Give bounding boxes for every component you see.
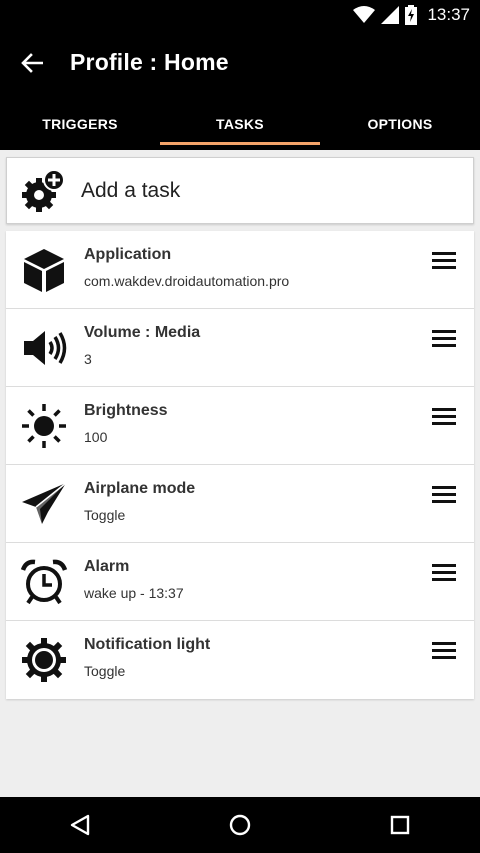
task-row-application[interactable]: Application com.wakdev.droidautomation.p…	[6, 231, 474, 309]
add-task-label: Add a task	[81, 178, 181, 202]
drag-handle-icon[interactable]	[432, 251, 456, 271]
task-subtitle: wake up - 13:37	[84, 585, 184, 601]
square-recents-icon	[390, 815, 410, 835]
task-subtitle: 100	[84, 429, 108, 445]
app-bar: Profile : Home	[0, 30, 480, 97]
gear-plus-icon	[22, 168, 65, 212]
drag-handle-icon[interactable]	[432, 563, 456, 583]
tab-bar: TRIGGERS TASKS OPTIONS	[0, 97, 480, 150]
task-row-notification-light[interactable]: Notification light Toggle	[6, 621, 474, 699]
drag-handle-icon[interactable]	[432, 641, 456, 661]
alarm-clock-icon	[20, 559, 68, 605]
battery-charging-icon	[405, 5, 418, 25]
task-row-brightness[interactable]: Brightness 100	[6, 387, 474, 465]
task-title: Alarm	[84, 558, 130, 575]
drag-handle-icon[interactable]	[432, 407, 456, 427]
signal-icon	[381, 6, 400, 24]
navigation-bar	[0, 797, 480, 853]
drag-handle-icon[interactable]	[432, 329, 456, 349]
sun-icon	[22, 404, 66, 448]
back-button[interactable]	[14, 47, 50, 79]
task-subtitle: Toggle	[84, 663, 126, 679]
task-title: Brightness	[84, 402, 168, 419]
add-task-button[interactable]: Add a task	[6, 157, 474, 224]
task-subtitle: 3	[84, 351, 92, 367]
task-subtitle: com.wakdev.droidautomation.pro	[84, 273, 290, 289]
circle-home-icon	[229, 814, 251, 836]
tab-triggers[interactable]: TRIGGERS	[0, 97, 160, 150]
nav-home-button[interactable]	[210, 797, 270, 853]
task-row-volume-media[interactable]: Volume : Media 3	[6, 309, 474, 387]
tab-options[interactable]: OPTIONS	[320, 97, 480, 150]
task-list: Application com.wakdev.droidautomation.p…	[6, 231, 474, 699]
wifi-icon	[353, 6, 376, 23]
cube-icon	[24, 249, 64, 292]
status-time: 13:37	[427, 5, 470, 24]
nav-back-button[interactable]	[50, 797, 110, 853]
triangle-back-icon	[70, 814, 90, 836]
task-subtitle: Toggle	[84, 507, 126, 523]
speaker-icon	[24, 331, 67, 365]
notification-light-icon	[22, 638, 66, 682]
task-title: Volume : Media	[84, 324, 201, 341]
arrow-left-icon	[21, 53, 43, 73]
page-title: Profile : Home	[70, 49, 229, 75]
task-title: Notification light	[84, 636, 211, 653]
drag-handle-icon[interactable]	[432, 485, 456, 505]
status-icons: 13:37	[353, 0, 470, 30]
task-row-alarm[interactable]: Alarm wake up - 13:37	[6, 543, 474, 621]
task-title: Application	[84, 246, 172, 263]
status-bar: 13:37	[0, 0, 480, 30]
paper-plane-icon	[22, 482, 67, 524]
nav-recents-button[interactable]	[370, 797, 430, 853]
task-row-airplane-mode[interactable]: Airplane mode Toggle	[6, 465, 474, 543]
task-title: Airplane mode	[84, 480, 196, 497]
tab-tasks[interactable]: TASKS	[160, 97, 320, 150]
